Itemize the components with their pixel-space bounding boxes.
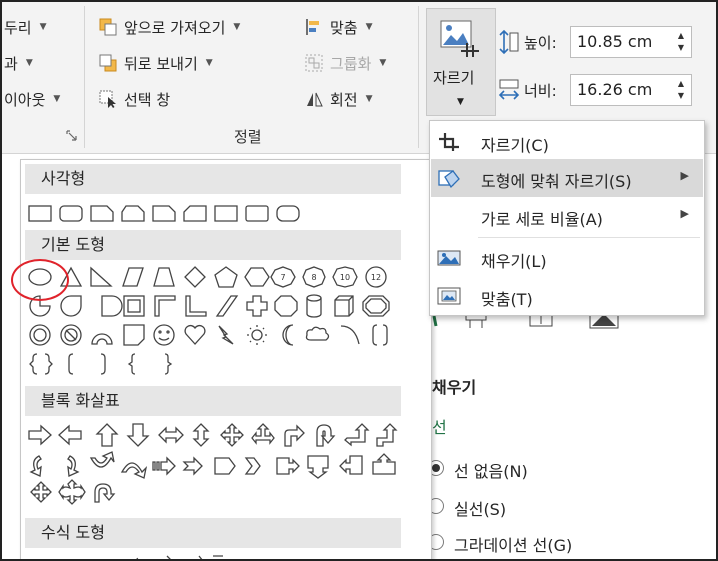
ribbon-left-item-3[interactable]: 이아웃 ▼ bbox=[4, 86, 60, 112]
send-backward-label: 뒤로 보내기 bbox=[124, 54, 198, 73]
bring-forward-button[interactable]: 앞으로 가져오기 ▼ bbox=[98, 14, 240, 40]
dodecagon-number: 12 bbox=[371, 273, 381, 282]
equation-shapes-icons[interactable] bbox=[27, 554, 227, 561]
option-solid-line[interactable]: 실선(S) bbox=[454, 496, 506, 520]
menu-item-fill[interactable]: 채우기(L) bbox=[431, 239, 703, 277]
chevron-down-icon: ▼ bbox=[25, 58, 33, 68]
ribbon-left-item-3-label: 이아웃 bbox=[4, 90, 46, 109]
width-icon bbox=[498, 79, 520, 100]
group-label: 그룹화 bbox=[330, 54, 372, 73]
width-value: 16.26 cm bbox=[577, 80, 653, 99]
menu-item-fill-label: 채우기(L) bbox=[481, 252, 547, 271]
align-icon bbox=[306, 19, 319, 35]
menu-separator bbox=[478, 237, 700, 238]
chevron-down-icon: ▼ bbox=[39, 22, 47, 32]
crop-dropdown-menu: 자르기(C) 도형에 맞춰 자르기(S) ▶ 가로 세로 비율(A) ▶ 채우기… bbox=[429, 120, 705, 316]
width-row: 너비: 16.26 cm ▲ ▼ bbox=[498, 72, 692, 108]
decagon-number: 7 bbox=[280, 273, 285, 282]
chevron-down-icon: ▼ bbox=[379, 58, 387, 68]
ribbon-left-item-2[interactable]: 과 ▼ bbox=[4, 50, 33, 76]
menu-item-fit-label: 맞춤(T) bbox=[481, 290, 533, 309]
crop-button[interactable]: 자르기 ▼ bbox=[426, 8, 496, 116]
option-gradient-line[interactable]: 그라데이션 선(G) bbox=[454, 532, 572, 556]
width-label: 너비: bbox=[524, 81, 557, 100]
menu-item-crop-to-shape[interactable]: 도형에 맞춰 자르기(S) ▶ bbox=[431, 159, 703, 197]
crop-to-shape-icon bbox=[438, 170, 460, 189]
chevron-down-icon: ▼ bbox=[233, 22, 241, 32]
screenshot-frame: 두리 ▼ 과 ▼ 이아웃 ▼ 앞으로 가져오기 ▼ 뒤로 보내기 ▼ 선택 창 … bbox=[0, 0, 718, 561]
format-pane: 채우기 선 선 없음(N) 실선(S) 그라데이션 선(G) bbox=[428, 302, 716, 559]
dialog-launcher-icon[interactable] bbox=[66, 130, 77, 141]
selection-pane-button[interactable]: 선택 창 bbox=[98, 86, 170, 112]
crop-icon bbox=[439, 133, 459, 151]
ribbon-left-item-1-label: 두리 bbox=[4, 18, 32, 37]
align-button[interactable]: 맞춤 ▼ bbox=[304, 14, 373, 40]
basic-shapes-icons[interactable]: 7 8 10 12 bbox=[27, 264, 417, 375]
bring-forward-icon bbox=[99, 18, 117, 36]
height-value: 10.85 cm bbox=[577, 32, 653, 51]
submenu-arrow-icon: ▶ bbox=[680, 169, 689, 182]
category-basic-shapes: 기본 도형 bbox=[25, 230, 401, 260]
selection-pane-icon bbox=[99, 90, 116, 108]
crop-picture-icon bbox=[440, 20, 479, 57]
block-arrow-shapes-icons[interactable] bbox=[27, 422, 417, 512]
oval-highlight-circle bbox=[11, 259, 69, 301]
ribbon-separator bbox=[84, 6, 85, 148]
arrange-group-label: 정렬 bbox=[234, 128, 262, 146]
width-spinner[interactable]: ▲ ▼ bbox=[675, 78, 687, 102]
group-icon bbox=[305, 54, 323, 72]
ribbon-separator bbox=[418, 6, 419, 148]
ribbon-left-item-1[interactable]: 두리 ▼ bbox=[4, 14, 47, 40]
height-icon bbox=[499, 29, 519, 55]
fill-heading[interactable]: 채우기 bbox=[432, 374, 476, 398]
group-button[interactable]: 그룹화 ▼ bbox=[304, 50, 386, 76]
chevron-down-icon: ▼ bbox=[365, 94, 373, 104]
menu-item-crop-to-shape-label: 도형에 맞춰 자르기(S) bbox=[481, 172, 632, 191]
shapes-gallery: 사각형 기본 도형 7 8 10 12 블록 화살표 수식 도형 bbox=[11, 159, 432, 561]
height-label: 높이: bbox=[524, 33, 557, 52]
line-heading[interactable]: 선 bbox=[432, 414, 447, 438]
crop-button-label: 자르기 bbox=[433, 69, 475, 87]
rotate-label: 회전 bbox=[330, 90, 358, 109]
height-spinner[interactable]: ▲ ▼ bbox=[675, 30, 687, 54]
decagon10-number: 10 bbox=[340, 273, 350, 282]
fill-picture-icon bbox=[437, 250, 461, 266]
submenu-arrow-icon: ▶ bbox=[680, 207, 689, 220]
rotate-button[interactable]: 회전 ▼ bbox=[304, 86, 373, 112]
bring-forward-label: 앞으로 가져오기 bbox=[124, 18, 226, 37]
category-rectangles: 사각형 bbox=[25, 164, 401, 194]
menu-item-fit[interactable]: 맞춤(T) bbox=[431, 277, 703, 315]
menu-item-aspect-ratio[interactable]: 가로 세로 비율(A) ▶ bbox=[431, 197, 703, 235]
category-equation-shapes: 수식 도형 bbox=[25, 518, 401, 548]
menu-item-crop[interactable]: 자르기(C) bbox=[431, 123, 703, 161]
send-backward-icon bbox=[99, 54, 117, 72]
chevron-down-icon: ▼ bbox=[53, 94, 61, 104]
height-input[interactable]: 10.85 cm ▲ ▼ bbox=[570, 26, 692, 58]
width-input[interactable]: 16.26 cm ▲ ▼ bbox=[570, 74, 692, 106]
category-block-arrows: 블록 화살표 bbox=[25, 386, 401, 416]
rectangle-shapes-icons[interactable] bbox=[27, 200, 327, 228]
octagon-number: 8 bbox=[311, 273, 316, 282]
menu-item-crop-label: 자르기(C) bbox=[481, 136, 549, 155]
send-backward-button[interactable]: 뒤로 보내기 ▼ bbox=[98, 50, 213, 76]
selection-pane-label: 선택 창 bbox=[124, 90, 171, 109]
align-label: 맞춤 bbox=[330, 18, 358, 37]
chevron-down-icon: ▼ bbox=[365, 22, 373, 32]
chevron-down-icon: ▼ bbox=[205, 58, 213, 68]
menu-item-aspect-ratio-label: 가로 세로 비율(A) bbox=[481, 210, 603, 229]
height-row: 높이: 10.85 cm ▲ ▼ bbox=[498, 24, 692, 60]
chevron-down-icon: ▼ bbox=[457, 97, 464, 107]
fit-picture-icon bbox=[437, 287, 461, 305]
ribbon-left-item-2-label: 과 bbox=[4, 54, 18, 73]
option-no-line[interactable]: 선 없음(N) bbox=[454, 458, 528, 482]
rotate-icon bbox=[307, 92, 323, 107]
